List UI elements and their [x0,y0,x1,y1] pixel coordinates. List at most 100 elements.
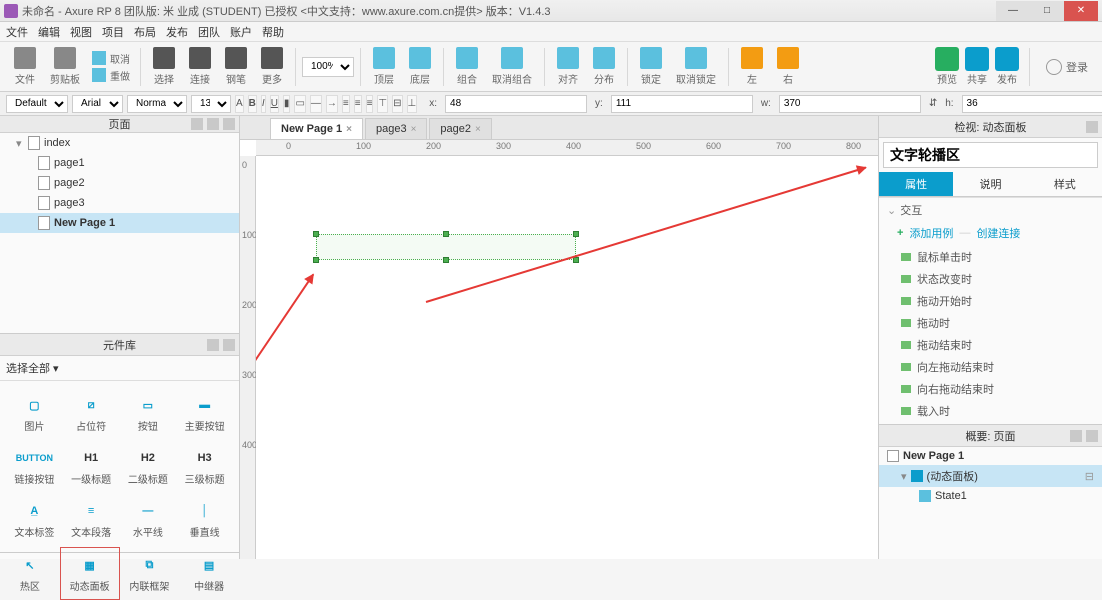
tree-root[interactable]: ▾index [0,133,239,153]
lib-textlabel[interactable]: A̲文本标签 [6,493,63,546]
outline-state1[interactable]: State1 [879,487,1102,505]
menu-edit[interactable]: 编辑 [38,24,60,40]
section-interactions[interactable]: ⌄交互 [879,198,1102,222]
tool-left[interactable]: 左 [735,47,769,86]
tree-page2[interactable]: page2 [0,173,239,193]
lib-paragraph[interactable]: ≡文本段落 [63,493,120,546]
lib-hotspot[interactable]: ↖热区 [0,547,60,600]
inspector-pin-icon[interactable] [1086,121,1098,133]
align-left-button[interactable]: ≡ [342,95,350,113]
valign-mid-button[interactable]: ⊟ [392,95,402,113]
tool-publish[interactable]: 发布 [995,47,1019,86]
italic-button[interactable]: I [261,95,266,113]
tool-connect[interactable]: 连接 [183,47,217,86]
add-case-link[interactable]: +添加用例—创建连接 [879,222,1102,244]
menu-help[interactable]: 帮助 [262,24,284,40]
menu-account[interactable]: 账户 [230,24,252,40]
lib-hline[interactable]: —水平线 [120,493,177,546]
lib-link-button[interactable]: BUTTON链接按钮 [6,440,63,493]
font-select[interactable]: Arial [72,95,123,113]
menu-publish[interactable]: 发布 [166,24,188,40]
align-right-button[interactable]: ≡ [366,95,374,113]
inspector-tab-style[interactable]: 样式 [1028,172,1102,196]
tool-clipboard[interactable]: 剪贴板 [44,47,86,86]
lib-dynamic-panel[interactable]: ▦动态面板 [60,547,120,600]
event-load[interactable]: 载入时 [879,400,1102,422]
tool-select[interactable]: 选择 [147,47,181,86]
login-button[interactable]: 登录 [1040,59,1094,75]
tree-newpage1[interactable]: New Page 1 [0,213,239,233]
search-icon[interactable] [223,118,235,130]
coord-w-input[interactable] [779,95,921,113]
tool-undo[interactable]: 取消 [92,51,130,66]
event-click[interactable]: 鼠标单击时 [879,246,1102,268]
fontsize-select[interactable]: 13 [191,95,231,113]
tool-right[interactable]: 右 [771,47,805,86]
lib-vline[interactable]: │垂直线 [176,493,233,546]
window-minimize-button[interactable]: — [996,1,1030,21]
lib-primary-button[interactable]: ▬主要按钮 [176,387,233,440]
event-dragstart[interactable]: 拖动开始时 [879,290,1102,312]
window-maximize-button[interactable]: □ [1030,1,1064,21]
widget-name-input[interactable] [883,142,1098,168]
inspector-tab-notes[interactable]: 说明 [953,172,1027,196]
lib-menu-icon[interactable] [207,339,219,351]
valign-bot-button[interactable]: ⊥ [407,95,418,113]
coord-y-input[interactable] [611,95,753,113]
add-folder-icon[interactable] [207,118,219,130]
tool-more[interactable]: 更多 [255,47,289,86]
tool-back[interactable]: 底层 [403,47,437,86]
coord-h-input[interactable] [962,95,1102,113]
style-select[interactable]: Default [6,95,68,113]
filter-icon[interactable] [1070,430,1082,442]
tab-newpage1[interactable]: New Page 1× [270,118,363,139]
window-close-button[interactable]: ✕ [1064,1,1098,21]
tool-pen[interactable]: 钢笔 [219,47,253,86]
close-icon[interactable]: × [475,124,481,135]
tab-page3[interactable]: page3× [365,118,427,139]
border-button[interactable]: ▭ [294,95,305,113]
tool-preview[interactable]: 预览 [935,47,959,86]
menu-project[interactable]: 项目 [102,24,124,40]
inspector-tab-properties[interactable]: 属性 [879,172,953,196]
tool-distribute[interactable]: 分布 [587,47,621,86]
fill-button[interactable]: ▮ [283,95,291,113]
lib-search-icon[interactable] [223,339,235,351]
line-button[interactable]: — [310,95,322,113]
menu-file[interactable]: 文件 [6,24,28,40]
zoom-select[interactable]: 100% [302,57,354,77]
lib-h3[interactable]: H3三级标题 [176,440,233,493]
tool-front[interactable]: 顶层 [367,47,401,86]
align-center-button[interactable]: ≡ [354,95,362,113]
add-page-icon[interactable] [191,118,203,130]
outline-search-icon[interactable] [1086,430,1098,442]
tree-page3[interactable]: page3 [0,193,239,213]
menu-layout[interactable]: 布局 [134,24,156,40]
tab-page2[interactable]: page2× [429,118,491,139]
lib-repeater[interactable]: ▤中继器 [179,547,239,600]
delete-icon[interactable]: ⊟ [1085,470,1094,483]
menu-view[interactable]: 视图 [70,24,92,40]
tool-lock[interactable]: 锁定 [634,47,668,86]
event-swipeleft[interactable]: 向左拖动结束时 [879,356,1102,378]
tool-file[interactable]: 文件 [8,47,42,86]
selected-widget[interactable] [316,234,576,260]
weight-select[interactable]: Normal [127,95,187,113]
tree-page1[interactable]: page1 [0,153,239,173]
close-icon[interactable]: × [346,124,352,135]
tool-group[interactable]: 组合 [450,47,484,86]
library-selector[interactable]: 选择全部 ▾ [0,356,239,381]
color-button[interactable]: A [235,95,244,113]
tool-redo[interactable]: 重做 [92,68,130,83]
menu-team[interactable]: 团队 [198,24,220,40]
tool-unlock[interactable]: 取消锁定 [670,47,722,86]
valign-top-button[interactable]: ⊤ [377,95,388,113]
coord-lock[interactable]: ⇵ [929,98,937,109]
lib-h2[interactable]: H2二级标题 [120,440,177,493]
lib-iframe[interactable]: ⧉内联框架 [120,547,180,600]
event-dragend[interactable]: 拖动结束时 [879,334,1102,356]
underline-button[interactable]: U [270,95,279,113]
coord-x-input[interactable] [445,95,587,113]
close-icon[interactable]: × [411,124,417,135]
lib-button[interactable]: ▭按钮 [120,387,177,440]
